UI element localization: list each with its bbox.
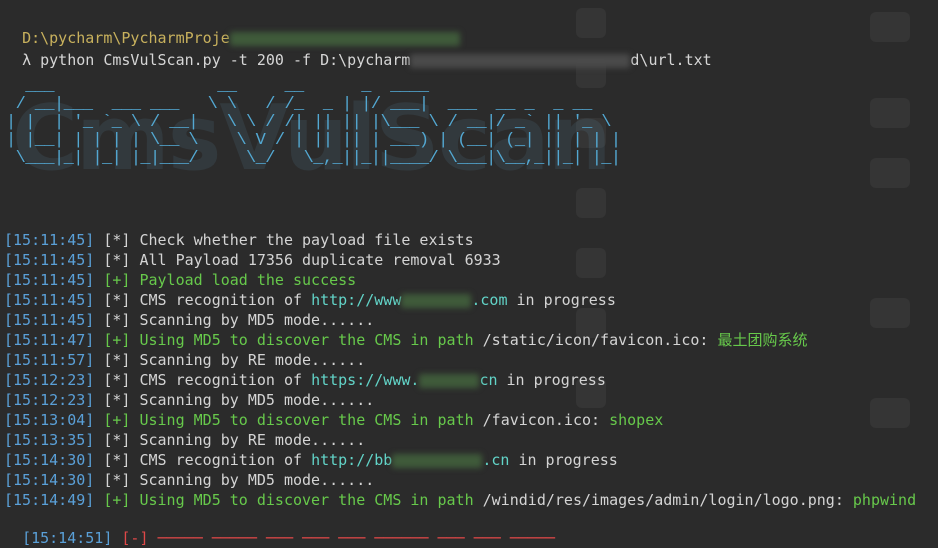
log-timestamp: [15:11:45] [4, 291, 95, 309]
log-timestamp: [15:12:23] [4, 371, 95, 389]
target-url: https://www. [311, 371, 420, 389]
ascii-banner: ___ __ __ _ ____ / __|___ ___ ___ \ \ / … [6, 77, 621, 168]
log-line: [15:11:45] [+] Payload load the success [4, 270, 356, 290]
target-url: http://www [311, 291, 402, 309]
redacted-command-path [410, 53, 631, 68]
log-timestamp: [15:11:45] [4, 271, 95, 289]
log-message: Scanning by MD5 mode...... [139, 471, 375, 489]
redacted-url [401, 293, 472, 308]
command-suffix: d\url.txt [630, 51, 712, 69]
log-timestamp: [15:14:30] [4, 451, 95, 469]
log-timestamp: [15:14:51] [22, 529, 113, 547]
log-message: All Payload 17356 duplicate removal 6933 [139, 251, 501, 269]
log-message: Scanning by RE mode...... [139, 431, 366, 449]
log-timestamp: [15:11:57] [4, 351, 95, 369]
log-message: Scanning by MD5 mode...... [139, 311, 375, 329]
log-timestamp: [15:13:35] [4, 431, 95, 449]
log-line: [15:14:49] [+] Using MD5 to discover the… [4, 490, 916, 510]
log-message-end: in progress [518, 451, 618, 469]
log-message: Using MD5 to discover the CMS in path [139, 491, 474, 509]
cms-path: /windid/res/images/admin/login/logo.png: [482, 491, 844, 509]
log-line: [15:13:35] [*] Scanning by RE mode...... [4, 430, 365, 450]
log-line: [15:14:30] [*] Scanning by MD5 mode.....… [4, 470, 374, 490]
error-text-cut: [-] ───── ───── ─── ─── ─── ────── ─── ─… [121, 529, 555, 547]
log-tag: [*] [103, 471, 131, 489]
redacted-url [419, 373, 480, 388]
log-tag: [*] [103, 451, 131, 469]
log-line: [15:12:23] [*] CMS recognition of https:… [4, 370, 606, 390]
command-prefix: python CmsVulScan.py -t 200 -f D:\pychar… [40, 51, 411, 69]
log-tag: [+] [103, 331, 131, 349]
log-tag: [*] [103, 371, 131, 389]
log-tag: [*] [103, 231, 131, 249]
log-line: [15:11:45] [*] CMS recognition of http:/… [4, 290, 616, 310]
log-line: [15:13:04] [+] Using MD5 to discover the… [4, 410, 663, 430]
log-message: Scanning by MD5 mode...... [139, 391, 375, 409]
log-tag: [+] [103, 411, 131, 429]
log-timestamp: [15:11:45] [4, 311, 95, 329]
log-timestamp: [15:11:47] [4, 331, 95, 349]
command-line: λ python CmsVulScan.py -t 200 -f D:\pych… [4, 30, 712, 69]
prompt-symbol: λ [22, 51, 32, 69]
cms-name: phpwind [852, 491, 917, 509]
log-tag: [+] [103, 271, 131, 289]
cms-name: shopex [609, 411, 664, 429]
log-timestamp: [15:14:30] [4, 471, 95, 489]
log-line: [15:11:57] [*] Scanning by RE mode...... [4, 350, 365, 370]
log-timestamp: [15:13:04] [4, 411, 95, 429]
log-message-end: in progress [516, 291, 616, 309]
redacted-url [392, 453, 483, 468]
log-message: CMS recognition of [139, 451, 303, 469]
log-timestamp: [15:11:45] [4, 251, 95, 269]
log-line: [15:12:23] [*] Scanning by MD5 mode.....… [4, 390, 374, 410]
cms-name: 最土团购系统 [717, 331, 808, 349]
log-timestamp: [15:12:23] [4, 391, 95, 409]
log-tag: [*] [103, 311, 131, 329]
log-message: Using MD5 to discover the CMS in path [139, 331, 474, 349]
log-timestamp: [15:14:49] [4, 491, 95, 509]
log-message: Payload load the success [139, 271, 357, 289]
path-line: D:\pycharm\PycharmProje [4, 8, 460, 47]
log-line: [15:14:30] [*] CMS recognition of http:/… [4, 450, 618, 470]
log-tag: [+] [103, 491, 131, 509]
log-message: CMS recognition of [139, 291, 303, 309]
log-tag: [*] [103, 291, 131, 309]
target-url-end: .cn [482, 451, 510, 469]
cms-path: /favicon.ico: [482, 411, 601, 429]
log-tag: [*] [103, 251, 131, 269]
log-tag: [*] [103, 351, 131, 369]
log-line: [15:11:47] [+] Using MD5 to discover the… [4, 330, 807, 350]
log-timestamp: [15:11:45] [4, 231, 95, 249]
log-message: CMS recognition of [139, 371, 303, 389]
log-line: [15:11:45] [*] Scanning by MD5 mode.....… [4, 310, 374, 330]
log-line: [15:11:45] [*] Check whether the payload… [4, 230, 474, 250]
log-message: Using MD5 to discover the CMS in path [139, 411, 474, 429]
log-line: [15:11:45] [*] All Payload 17356 duplica… [4, 250, 501, 270]
log-tag: [*] [103, 431, 131, 449]
target-url-end: .com [471, 291, 508, 309]
log-message-end: in progress [506, 371, 606, 389]
target-url: http://bb [311, 451, 393, 469]
log-message: Scanning by RE mode...... [139, 351, 366, 369]
terminal-window: { "header": { "path_prefix": "D:\\pychar… [0, 0, 938, 547]
target-url-end: cn [479, 371, 498, 389]
cms-path: /static/icon/favicon.ico: [482, 331, 709, 349]
cutoff-log-line: [15:14:51] [-] ───── ───── ─── ─── ─── ─… [4, 508, 555, 547]
log-message: Check whether the payload file exists [139, 231, 474, 249]
log-tag: [*] [103, 391, 131, 409]
